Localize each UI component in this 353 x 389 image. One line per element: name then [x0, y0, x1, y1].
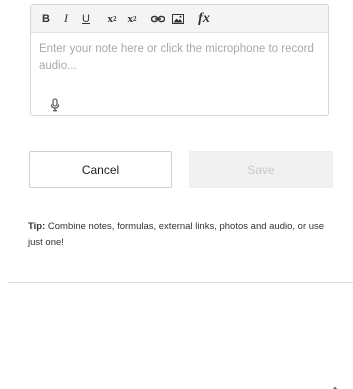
image-icon[interactable] [171, 9, 185, 29]
superscript-button[interactable]: x2 [105, 9, 119, 29]
tip-label: Tip: [28, 221, 46, 232]
link-icon-glyph [151, 15, 165, 22]
microphone-icon-glyph [50, 98, 60, 112]
note-input[interactable]: Enter your note here or click the microp… [31, 33, 328, 93]
underline-button[interactable]: U [79, 9, 93, 29]
microphone-icon[interactable] [49, 98, 61, 112]
superscript-mark: 2 [113, 14, 117, 23]
link-icon[interactable] [151, 9, 165, 29]
subscript-mark: 2 [133, 14, 137, 23]
bold-button[interactable]: B [39, 9, 53, 29]
subscript-button[interactable]: x2 [125, 9, 139, 29]
chevron-up-icon-glyph [332, 386, 338, 389]
divider [8, 282, 353, 283]
tip-text: Tip: Combine notes, formulas, external l… [28, 219, 333, 251]
image-icon-glyph [172, 13, 184, 24]
formula-button[interactable]: fx [197, 9, 211, 29]
cancel-button[interactable]: Cancel [29, 151, 172, 188]
note-editor: B I U x2 x2 fx Enter your note here or c… [30, 4, 329, 116]
tip-body: Combine notes, formulas, external links,… [28, 221, 325, 248]
chevron-up-icon[interactable] [331, 380, 339, 389]
note-panel: B I U x2 x2 fx Enter your note here or c… [0, 0, 353, 389]
format-toolbar: B I U x2 x2 fx [31, 5, 328, 33]
save-button[interactable]: Save [189, 151, 333, 188]
italic-button[interactable]: I [59, 9, 73, 29]
